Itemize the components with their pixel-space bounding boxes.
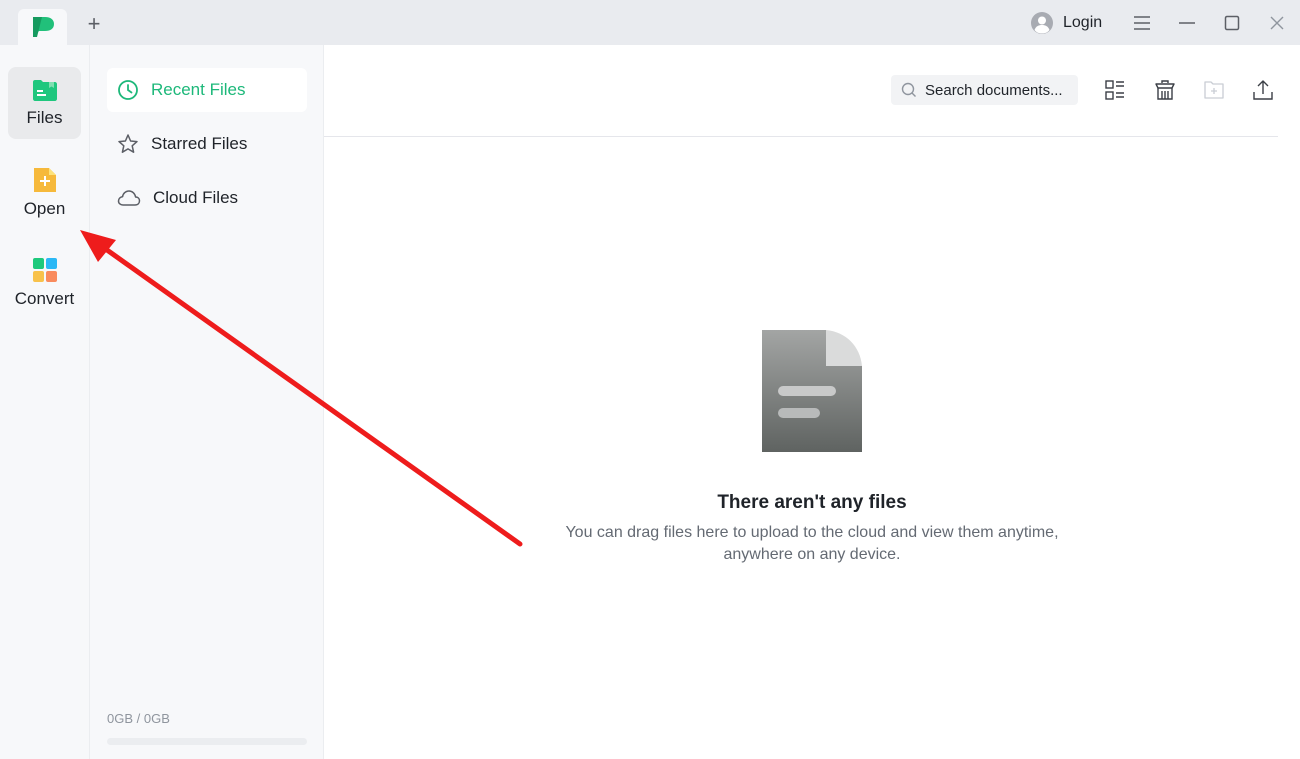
menu-button[interactable] — [1129, 10, 1155, 36]
minimize-button[interactable] — [1174, 10, 1200, 36]
sidebar-item-starred-files[interactable]: Starred Files — [107, 122, 307, 166]
empty-state-description-line1: You can drag files here to upload to the… — [565, 524, 1059, 541]
empty-state: There aren't any files You can drag file… — [324, 330, 1300, 566]
main-content: There aren't any files You can drag file… — [324, 45, 1300, 759]
star-icon — [118, 134, 138, 153]
view-toggle-icon — [1105, 80, 1124, 100]
files-sidebar: Recent Files Starred Files Cloud Files 0… — [90, 45, 324, 759]
search-box[interactable] — [891, 75, 1078, 105]
maximize-icon — [1224, 15, 1240, 31]
maximize-button[interactable] — [1219, 10, 1245, 36]
sidebar-item-cloud-files[interactable]: Cloud Files — [107, 176, 307, 220]
close-icon — [1270, 16, 1284, 30]
minimize-icon — [1179, 22, 1195, 24]
rail-label-convert: Convert — [14, 289, 75, 308]
upload-button[interactable] — [1251, 78, 1275, 102]
rail-label-open: Open — [23, 199, 66, 218]
rail-item-convert[interactable]: Convert — [8, 247, 81, 319]
home-tab[interactable] — [18, 9, 67, 45]
rail-item-files[interactable]: Files — [8, 67, 81, 139]
title-bar: + Login — [0, 0, 1300, 45]
files-folder-icon — [32, 80, 57, 101]
new-tab-button[interactable]: + — [82, 11, 106, 36]
open-file-icon — [33, 168, 56, 192]
sidebar-label-cloud-files: Cloud Files — [153, 188, 239, 207]
sidebar-label-recent-files: Recent Files — [151, 80, 246, 99]
empty-state-description: You can drag files here to upload to the… — [565, 522, 1058, 566]
storage-progress-bar — [107, 738, 307, 745]
toolbar-divider — [324, 136, 1278, 137]
cloud-icon — [117, 190, 141, 206]
sidebar-label-starred-files: Starred Files — [151, 134, 248, 153]
storage-usage-text: 0GB / 0GB — [107, 711, 170, 726]
search-icon — [901, 82, 916, 97]
upload-icon — [1253, 80, 1273, 100]
login-label: Login — [1063, 14, 1103, 31]
new-folder-icon — [1204, 81, 1224, 99]
app-logo-icon — [32, 17, 54, 37]
close-button[interactable] — [1264, 10, 1290, 36]
sidebar-item-recent-files[interactable]: Recent Files — [107, 68, 307, 112]
login-button[interactable]: Login — [1031, 10, 1102, 36]
rail-item-open[interactable]: Open — [8, 157, 81, 229]
clock-icon — [118, 80, 138, 100]
search-input[interactable] — [925, 81, 1075, 99]
new-folder-button[interactable] — [1202, 78, 1226, 102]
empty-document-icon — [762, 330, 862, 452]
menu-icon — [1134, 16, 1150, 30]
convert-grid-icon — [32, 258, 57, 282]
rail-label-files: Files — [26, 108, 63, 127]
empty-state-title: There aren't any files — [717, 492, 907, 513]
empty-state-description-line2: anywhere on any device. — [723, 546, 901, 563]
trash-button[interactable] — [1153, 78, 1177, 102]
nav-rail: Files Open Convert — [0, 45, 90, 759]
user-avatar-icon — [1031, 12, 1053, 34]
view-toggle-button[interactable] — [1103, 78, 1127, 102]
trash-icon — [1155, 80, 1175, 100]
